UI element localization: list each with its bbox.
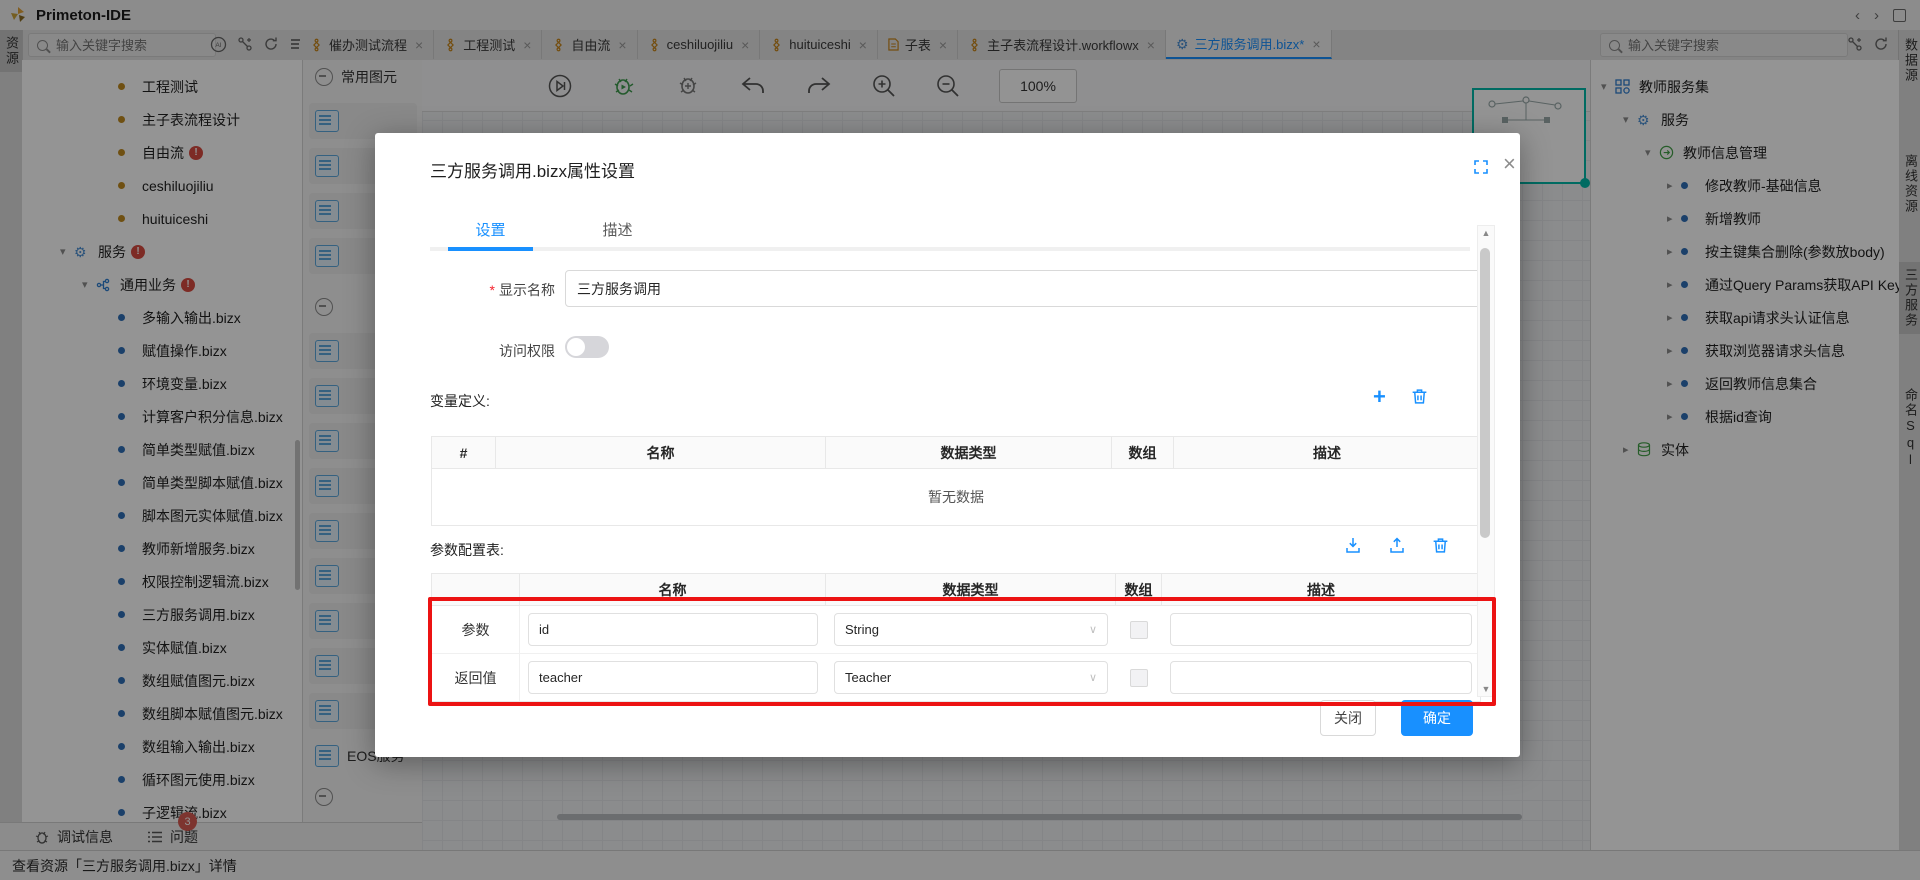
param-array-cell xyxy=(1116,606,1162,653)
export-params-icon[interactable] xyxy=(1387,535,1407,555)
variables-table: #名称数据类型数组描述 暂无数据 xyxy=(431,436,1481,526)
import-params-icon[interactable] xyxy=(1343,535,1363,555)
param-type-cell: Teacher ∨ xyxy=(826,654,1116,701)
delete-params-icon[interactable] xyxy=(1431,536,1450,555)
param-row-label: 参数 xyxy=(432,606,520,653)
variables-header-col-1: 名称 xyxy=(496,437,826,468)
params-header-col-3: 数组 xyxy=(1116,574,1162,605)
param-type-cell: String ∨ xyxy=(826,606,1116,653)
primeton-ide-window: Primeton-IDE ‹ › AI 催办测试流程×工程测试×自由流×cesh… xyxy=(0,0,1920,880)
scroll-down-icon[interactable]: ▼ xyxy=(1478,684,1494,694)
params-header-col-0 xyxy=(432,574,520,605)
display-name-input[interactable] xyxy=(565,270,1490,307)
ok-button[interactable]: 确定 xyxy=(1401,700,1473,736)
variables-actions: + xyxy=(1373,387,1429,406)
dialog-title: 三方服务调用.bizx属性设置 xyxy=(430,157,635,182)
params-header-col-2: 数据类型 xyxy=(826,574,1116,605)
variables-header-col-4: 描述 xyxy=(1174,437,1480,468)
param-desc-cell xyxy=(1162,654,1480,701)
param-type-select[interactable]: Teacher ∨ xyxy=(834,661,1108,694)
variables-section-label: 变量定义: xyxy=(430,391,490,411)
param-array-cell xyxy=(1116,654,1162,701)
params-section-label: 参数配置表: xyxy=(430,540,504,560)
array-checkbox[interactable] xyxy=(1130,621,1148,639)
params-table: 名称数据类型数组描述 参数 String ∨ 返回值 Teacher ∨ xyxy=(431,573,1481,702)
param-type-value: Teacher xyxy=(845,670,891,685)
access-toggle[interactable] xyxy=(565,336,609,358)
param-row-0: 参数 String ∨ xyxy=(432,606,1480,654)
variables-header-col-2: 数据类型 xyxy=(826,437,1112,468)
param-type-select[interactable]: String ∨ xyxy=(834,613,1108,646)
variables-header-col-0: # xyxy=(432,437,496,468)
chevron-down-icon: ∨ xyxy=(1089,671,1097,684)
tab-ink-bar xyxy=(448,247,533,251)
close-button[interactable]: 关闭 xyxy=(1320,700,1376,736)
variables-empty-state: 暂无数据 xyxy=(432,469,1480,525)
scroll-up-icon[interactable]: ▲ xyxy=(1478,228,1494,238)
dialog-tab-settings[interactable]: 设置 xyxy=(448,219,533,240)
param-row-1: 返回值 Teacher ∨ xyxy=(432,654,1480,701)
dialog-scrollbar[interactable]: ▲ ▼ xyxy=(1477,225,1495,697)
param-name-input[interactable] xyxy=(528,613,818,646)
array-checkbox[interactable] xyxy=(1130,669,1148,687)
delete-variable-icon[interactable] xyxy=(1410,387,1429,406)
properties-dialog: 三方服务调用.bizx属性设置 × 设置 描述 *显示名称 访问权限 变量定义:… xyxy=(375,133,1520,757)
variables-table-header: #名称数据类型数组描述 xyxy=(432,437,1480,469)
param-row-label: 返回值 xyxy=(432,654,520,701)
chevron-down-icon: ∨ xyxy=(1089,623,1097,636)
variables-header-col-3: 数组 xyxy=(1112,437,1174,468)
close-icon[interactable]: × xyxy=(1503,153,1516,175)
params-header-col-1: 名称 xyxy=(520,574,826,605)
required-asterisk: * xyxy=(490,282,495,298)
expand-icon[interactable] xyxy=(1473,159,1489,180)
access-label: 访问权限 xyxy=(430,341,555,361)
param-name-cell xyxy=(520,654,826,701)
add-variable-icon[interactable]: + xyxy=(1373,388,1386,406)
param-name-input[interactable] xyxy=(528,661,818,694)
tab-track xyxy=(430,247,1470,251)
dialog-tab-description[interactable]: 描述 xyxy=(575,219,660,240)
param-desc-input[interactable] xyxy=(1170,613,1472,646)
param-name-cell xyxy=(520,606,826,653)
param-type-value: String xyxy=(845,622,879,637)
display-name-label: *显示名称 xyxy=(430,280,555,300)
params-actions xyxy=(1343,535,1450,555)
scroll-thumb[interactable] xyxy=(1480,248,1490,538)
param-desc-input[interactable] xyxy=(1170,661,1472,694)
params-table-body: 参数 String ∨ 返回值 Teacher ∨ xyxy=(432,606,1480,701)
param-desc-cell xyxy=(1162,606,1480,653)
params-table-header: 名称数据类型数组描述 xyxy=(432,574,1480,606)
toggle-knob xyxy=(567,338,585,356)
params-header-col-4: 描述 xyxy=(1162,574,1480,605)
